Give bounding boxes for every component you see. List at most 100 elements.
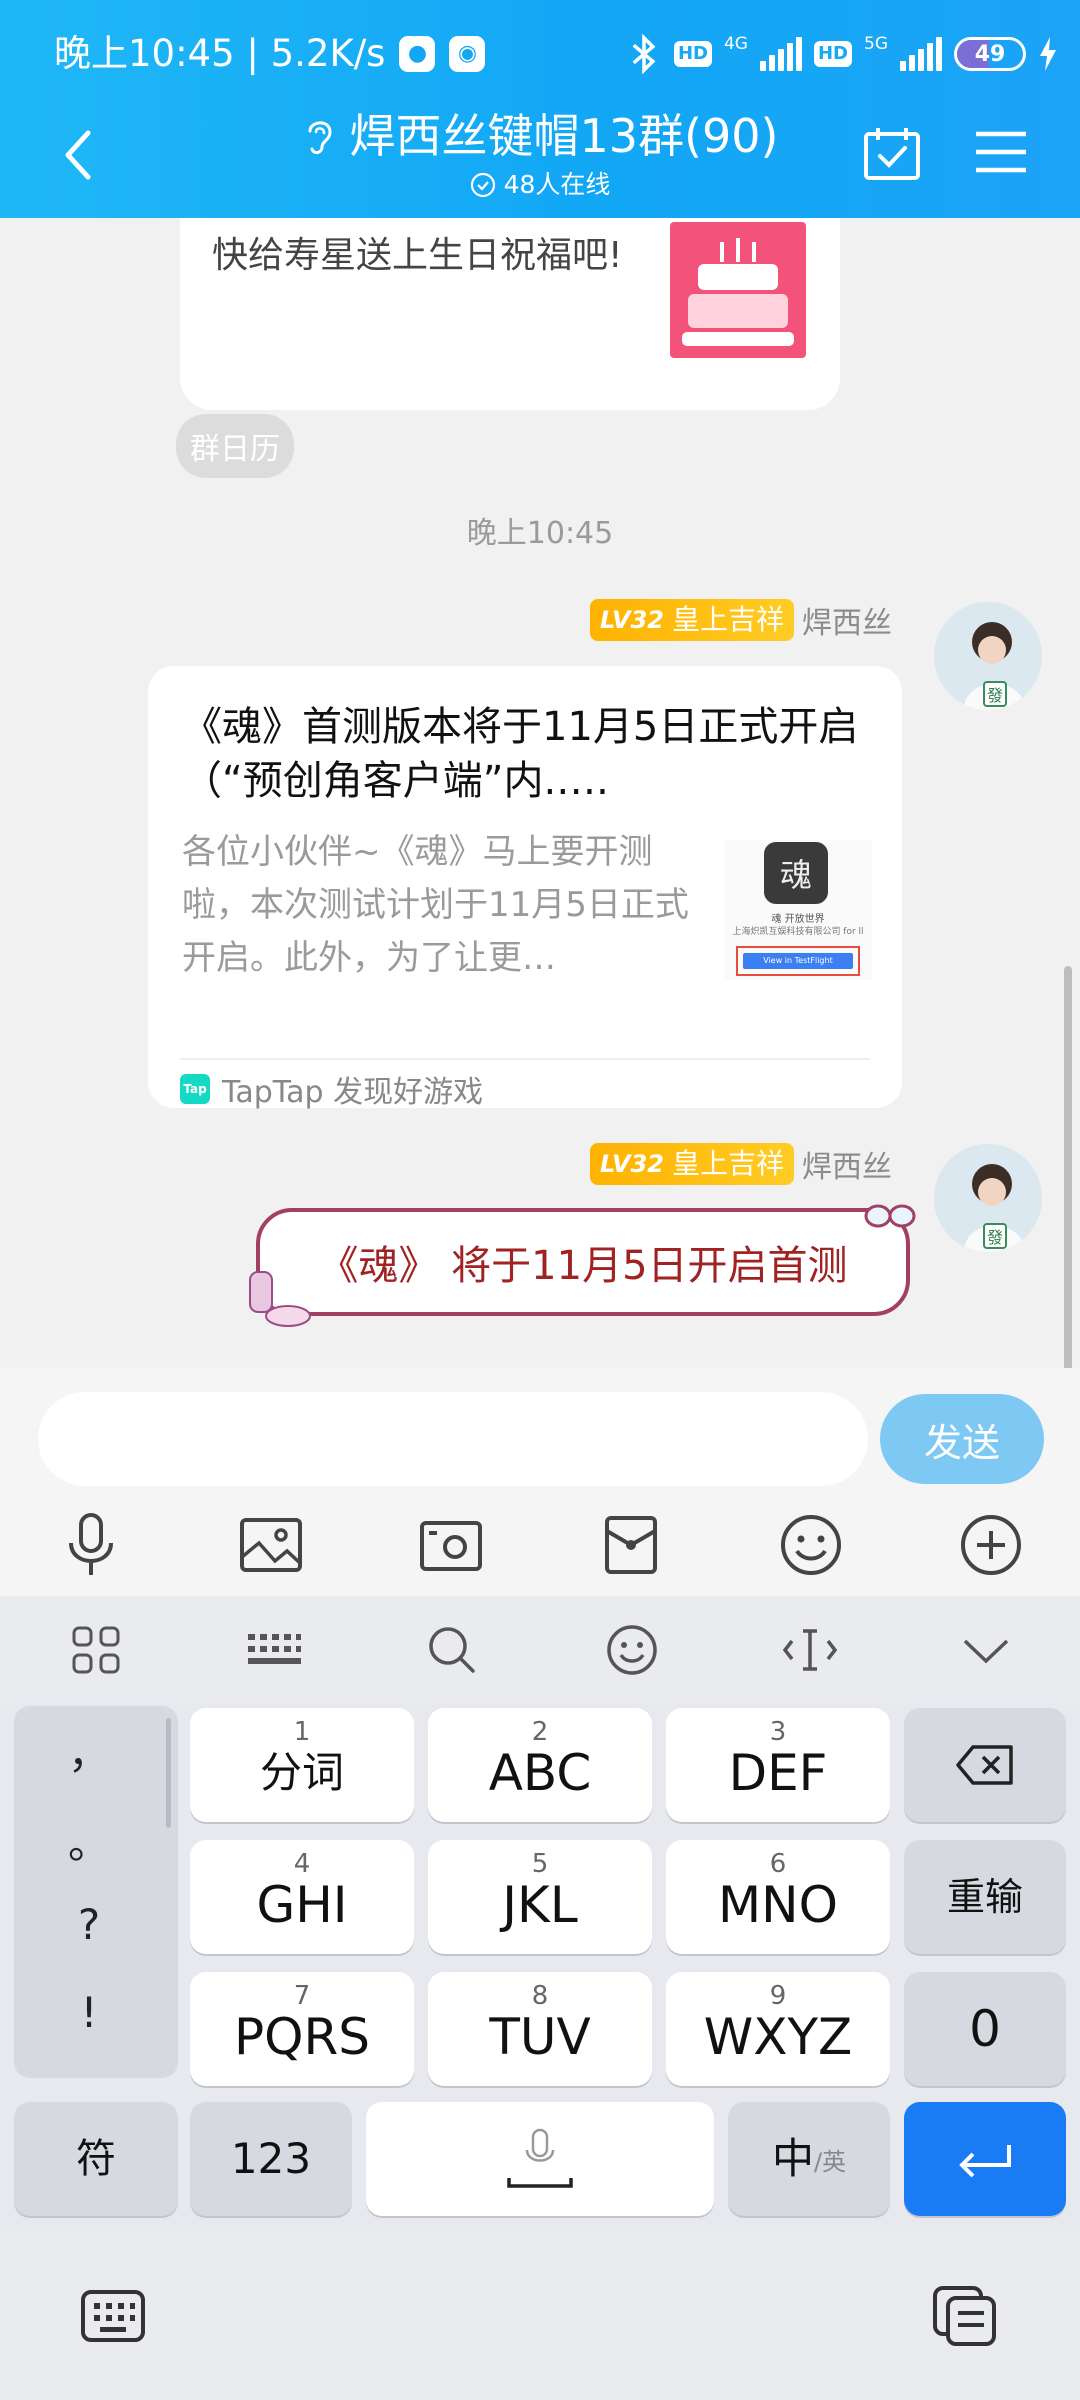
emoji-button[interactable] (776, 1510, 846, 1580)
taptap-logo-icon: Tap (180, 1074, 210, 1104)
chat-scrollbar[interactable] (1064, 966, 1072, 1368)
birthday-card[interactable]: 快给寿星送上生日祝福吧! (180, 218, 840, 410)
page-title: 焊西丝键帽13群(90) (349, 109, 779, 163)
sender-name[interactable]: 焊西丝 (802, 1142, 892, 1186)
divider (180, 1058, 870, 1060)
avatar-2[interactable]: 發 (934, 1144, 1042, 1252)
share-card[interactable]: 《魂》首测版本将于11月5日正式开启（“预创角客户端”内.…. 各位小伙伴~《魂… (148, 666, 902, 1110)
key-label: 分词 (259, 1748, 344, 1797)
thumbnail-subcaption: 上海炽凯互娱科技有限公司 for ll (732, 927, 864, 937)
sender-name[interactable]: 焊西丝 (802, 598, 892, 642)
camera-icon (420, 1521, 482, 1571)
numbers-key[interactable]: 123 (190, 2102, 352, 2216)
key-label: JKL (502, 1876, 578, 1934)
battery-level: 49 (974, 41, 1006, 67)
red-packet-button[interactable] (596, 1510, 666, 1580)
key-1[interactable]: 1 分词 (190, 1708, 414, 1822)
key-3[interactable]: 3 DEF (666, 1708, 890, 1822)
more-button[interactable] (956, 1510, 1026, 1580)
image-button[interactable] (236, 1510, 306, 1580)
menu-icon[interactable] (974, 126, 1028, 178)
punct-question[interactable]: ? (14, 1900, 164, 1949)
bubble-decoration-icon (249, 1271, 311, 1327)
svg-text:發: 發 (987, 1228, 1003, 1247)
hide-keyboard-button[interactable] (954, 1618, 1018, 1682)
share-card-title: 《魂》首测版本将于11月5日正式开启（“预创角客户端”内.…. (182, 704, 859, 804)
key-label: WXYZ (703, 2008, 853, 2066)
clipboard-button[interactable] (930, 2284, 1000, 2348)
punctuation-column[interactable]: ， 。 ? ! (14, 1706, 178, 2078)
language-switch-key[interactable]: 中 /英 (728, 2102, 890, 2216)
status-left: 晚上10:45 | 5.2K/s ● ◉ (54, 26, 486, 82)
image-icon (240, 1518, 302, 1572)
calendar-check-icon[interactable] (862, 124, 922, 184)
message-text: 《魂》 将于11月5日开启首测 (318, 1243, 848, 1289)
ear-icon (308, 121, 332, 155)
input-tools (0, 1510, 1080, 1590)
key-label: 符 (76, 2136, 116, 2182)
network-type: 4G (723, 34, 748, 54)
punct-period[interactable]: 。 (14, 1810, 164, 1871)
key-5[interactable]: 5 JKL (428, 1840, 652, 1954)
key-label: DEF (728, 1744, 828, 1802)
clipboard-icon (933, 2286, 996, 2346)
sender-row: LV32 皇上吉祥 焊西丝 (590, 598, 892, 642)
key-4[interactable]: 4 GHI (190, 1840, 414, 1954)
symbols-key[interactable]: 符 (14, 2102, 178, 2216)
key-number: 7 (293, 1981, 311, 2011)
enter-key[interactable] (904, 2102, 1066, 2216)
network-type-2: 5G (864, 34, 888, 54)
backspace-key[interactable] (904, 1708, 1066, 1822)
message-input[interactable] (38, 1392, 868, 1486)
input-bar: 发送 (0, 1368, 1080, 1596)
thumbnail-caption: 魂 开放世界 (771, 914, 825, 925)
key-number: 8 (531, 1981, 549, 2011)
punct-exclaim[interactable]: ! (14, 1988, 164, 2037)
camera-button[interactable] (416, 1510, 486, 1580)
group-calendar-tag[interactable]: 群日历 (176, 414, 294, 478)
charging-icon (1040, 37, 1056, 71)
key-7[interactable]: 7 PQRS (190, 1972, 414, 2086)
avatar[interactable]: 發 (934, 602, 1042, 710)
message-bubble[interactable]: 《魂》 将于11月5日开启首测 (256, 1208, 910, 1316)
keyboard-emoji-button[interactable] (600, 1618, 664, 1682)
space-key[interactable] (366, 2102, 714, 2216)
smile-icon (607, 1625, 657, 1675)
key-number: 1 (293, 1717, 311, 1747)
share-card-source: Tap TapTap 发现好游戏 (180, 1066, 483, 1112)
grid-icon (72, 1626, 120, 1674)
key-2[interactable]: 2 ABC (428, 1708, 652, 1822)
battery-icon: 49 (954, 37, 1026, 71)
key-label: 重输 (946, 1875, 1023, 1919)
share-card-thumbnail: 魂 魂 开放世界 上海炽凯互娱科技有限公司 for ll View in Tes… (724, 840, 872, 980)
hd-badge: HD (673, 41, 712, 67)
birthday-text: 快给寿星送上生日祝福吧! (212, 235, 623, 276)
keyboard-toolbar (0, 1596, 1080, 1704)
key-8[interactable]: 8 TUV (428, 1972, 652, 2086)
enter-icon (959, 2145, 1011, 2178)
keyboard-layout-button[interactable] (242, 1618, 306, 1682)
keyboard-apps-button[interactable] (64, 1618, 128, 1682)
key-label: 0 (969, 2000, 1001, 2058)
chat-area[interactable]: 快给寿星送上生日祝福吧! 群日历 晚上10:45 LV32 皇上吉祥 焊西丝 發… (0, 218, 1080, 1368)
key-6[interactable]: 6 MNO (666, 1840, 890, 1954)
thumbnail-button-frame: View in TestFlight (736, 946, 860, 976)
backspace-icon (956, 1745, 1013, 1785)
app-notification-icon: ● (399, 36, 436, 72)
key-9[interactable]: 9 WXYZ (666, 1972, 890, 2086)
voice-button[interactable] (56, 1510, 126, 1580)
key-0[interactable]: 0 (904, 1972, 1066, 2086)
keyboard-search-button[interactable] (420, 1618, 484, 1682)
key-sublabel: /英 (813, 2147, 847, 2176)
switch-keyboard-button[interactable] (78, 2284, 148, 2348)
title-badge-text: 皇上吉祥 (671, 1147, 784, 1180)
punct-comma[interactable]: ， (14, 1720, 164, 1781)
cursor-move-button[interactable] (778, 1618, 842, 1682)
online-count: 48人在线 (503, 170, 611, 199)
reinput-key[interactable]: 重输 (904, 1840, 1066, 1954)
send-button[interactable]: 发送 (880, 1394, 1044, 1484)
status-bar: 晚上10:45 | 5.2K/s ● ◉ HD 4G HD 5G 49 (0, 26, 1080, 86)
key-number: 9 (769, 1981, 787, 2011)
svg-text:發: 發 (987, 686, 1003, 705)
signal-icon-2 (900, 37, 942, 71)
